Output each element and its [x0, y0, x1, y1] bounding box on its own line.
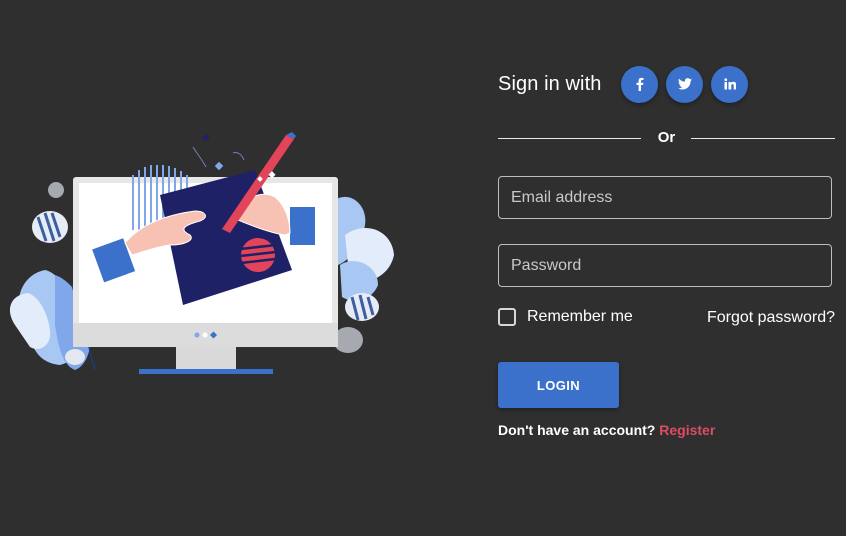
password-input[interactable]	[499, 245, 831, 286]
register-row: Don't have an account? Register	[498, 422, 715, 438]
register-link[interactable]: Register	[659, 422, 715, 438]
linkedin-button[interactable]	[711, 65, 749, 103]
remember-me-label[interactable]: Remember me	[527, 308, 633, 326]
email-field-wrapper	[498, 176, 832, 219]
password-field-wrapper	[498, 244, 832, 287]
options-row: Remember me Forgot password?	[498, 306, 835, 330]
login-page: Sign in with Or Email address Remember m…	[0, 0, 846, 536]
linkedin-icon	[724, 78, 736, 90]
remember-me-checkbox[interactable]	[498, 308, 516, 326]
login-button[interactable]: LOGIN	[498, 362, 619, 408]
remember-me[interactable]: Remember me	[498, 308, 633, 326]
divider-line-right	[691, 138, 835, 139]
signin-title: Sign in with	[498, 72, 602, 95]
facebook-button[interactable]	[621, 65, 659, 103]
forgot-password-link[interactable]: Forgot password?	[707, 309, 835, 327]
or-divider: Or	[498, 128, 835, 148]
signin-row: Sign in with	[498, 65, 756, 103]
facebook-icon	[636, 77, 644, 91]
computer-drawing-illustration	[0, 125, 410, 385]
twitter-icon	[677, 78, 692, 90]
register-prompt: Don't have an account?	[498, 422, 656, 438]
twitter-button[interactable]	[666, 65, 704, 103]
email-input[interactable]	[499, 177, 831, 218]
